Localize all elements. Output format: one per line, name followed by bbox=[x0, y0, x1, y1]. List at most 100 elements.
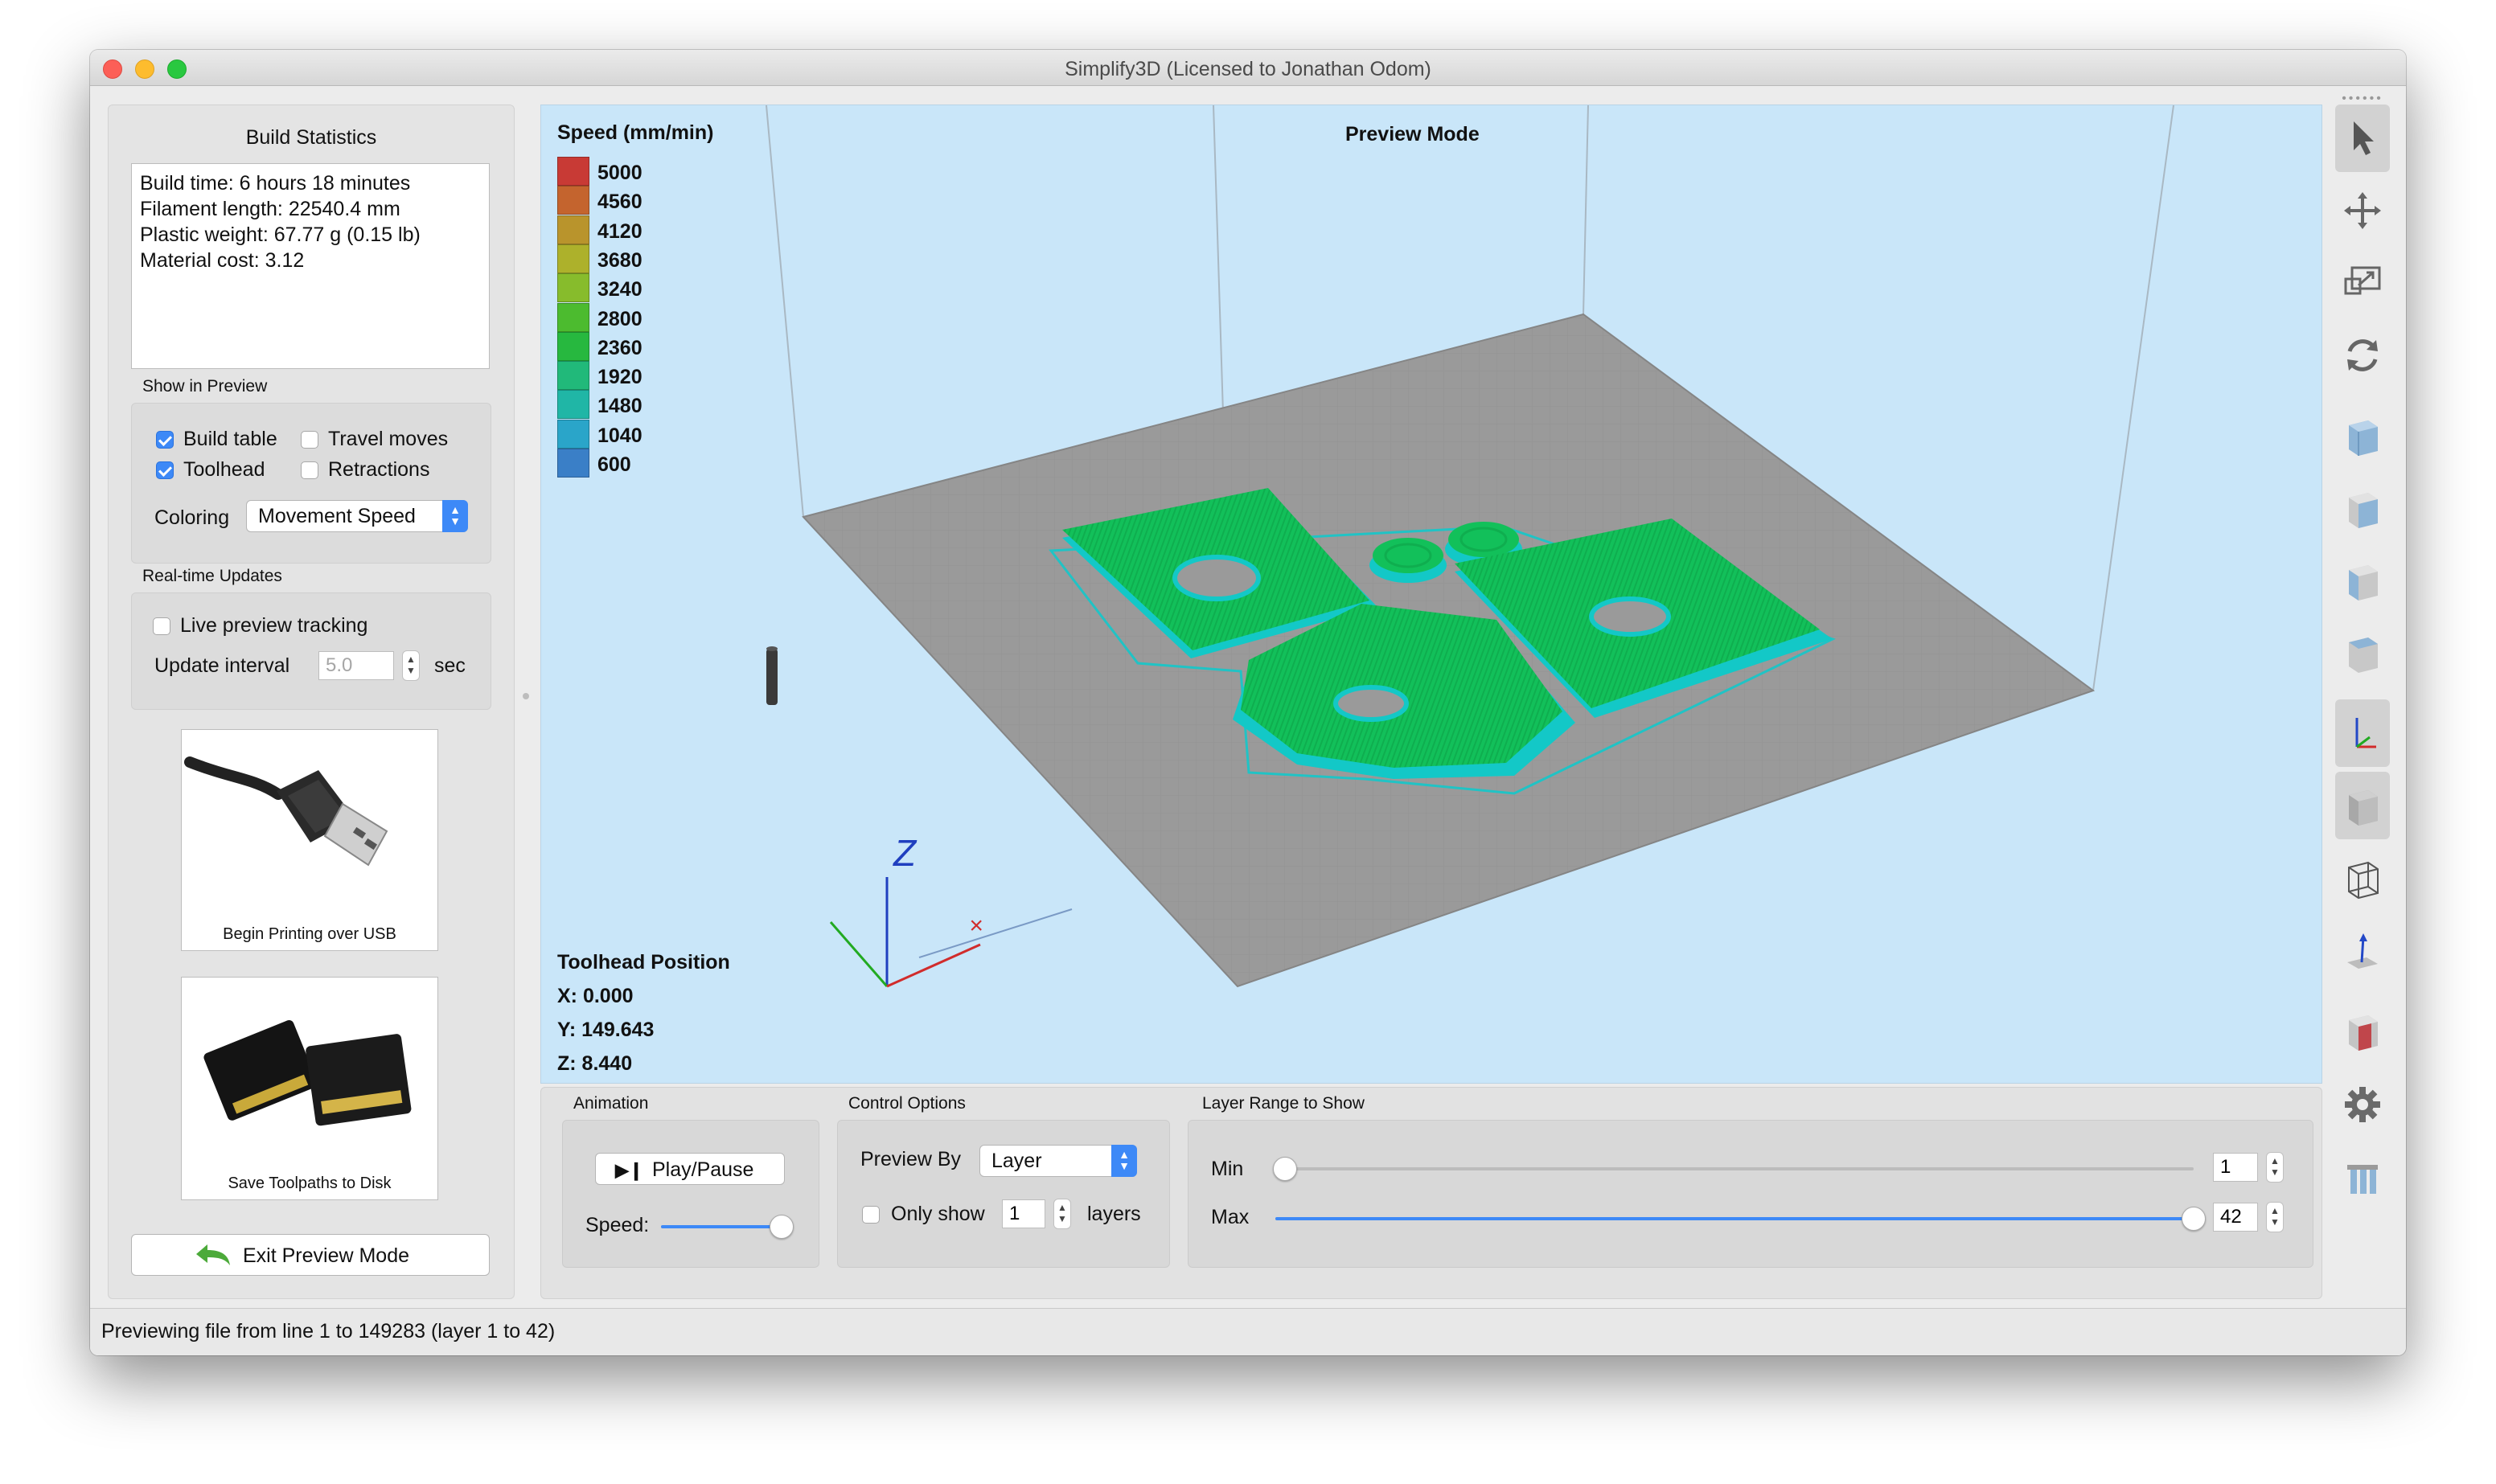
legend-value: 4560 bbox=[597, 191, 642, 214]
min-layer-stepper[interactable]: ▲ ▼ bbox=[2266, 1152, 2284, 1183]
top-view-icon[interactable] bbox=[2335, 619, 2390, 687]
app-window: Simplify3D (Licensed to Jonathan Odom) B… bbox=[90, 50, 2406, 1355]
legend-value: 2360 bbox=[597, 336, 642, 359]
toolhead-position-title: Toolhead Position bbox=[557, 951, 730, 974]
layer-range-title: Layer Range to Show bbox=[1202, 1094, 1365, 1113]
show-in-preview-group: Build table Travel moves Toolhead Retrac… bbox=[131, 403, 491, 564]
side-view-icon[interactable] bbox=[2335, 547, 2390, 614]
travel-moves-label: Travel moves bbox=[328, 428, 449, 450]
min-layer-input[interactable]: 1 bbox=[2213, 1153, 2258, 1182]
legend-value: 1040 bbox=[597, 424, 642, 447]
only-show-label: Only show bbox=[891, 1203, 985, 1225]
plastic-weight: Plastic weight: 67.77 g (0.15 lb) bbox=[140, 223, 421, 246]
max-layer-input[interactable]: 42 bbox=[2213, 1203, 2258, 1232]
right-toolbar: •••••• bbox=[2335, 92, 2390, 1306]
build-time: Build time: 6 hours 18 minutes bbox=[140, 172, 411, 195]
build-table-label: Build table bbox=[183, 428, 277, 450]
material-cost: Material cost: 3.12 bbox=[140, 249, 305, 272]
show-in-preview-label: Show in Preview bbox=[142, 377, 268, 396]
normals-icon[interactable] bbox=[2335, 916, 2390, 984]
realtime-updates-label: Real-time Updates bbox=[142, 567, 282, 585]
left-panel: Build Statistics Build time: 6 hours 18 … bbox=[108, 105, 515, 1299]
toolhead-label: Toolhead bbox=[183, 458, 265, 481]
update-interval-label: Update interval bbox=[154, 654, 290, 677]
preview-by-value: Layer bbox=[991, 1150, 1042, 1172]
min-slider-handle[interactable] bbox=[1273, 1157, 1297, 1181]
preview-mode-label: Preview Mode bbox=[1345, 123, 1480, 146]
toolhead-x: X: 0.000 bbox=[557, 985, 634, 1007]
svg-text:×: × bbox=[969, 912, 983, 939]
speed-slider-handle[interactable] bbox=[770, 1215, 794, 1239]
legend-swatch bbox=[557, 361, 589, 391]
panel-splitter[interactable] bbox=[523, 693, 529, 699]
travel-moves-checkbox[interactable] bbox=[301, 431, 318, 449]
update-interval-stepper[interactable]: ▲ ▼ bbox=[402, 650, 420, 681]
axes-icon[interactable] bbox=[2335, 699, 2390, 767]
max-slider-fill bbox=[1275, 1217, 2194, 1220]
only-show-stepper[interactable]: ▲ ▼ bbox=[1053, 1199, 1071, 1229]
exit-preview-button[interactable]: Exit Preview Mode bbox=[131, 1234, 490, 1276]
build-statistics-title: Build Statistics bbox=[245, 126, 377, 149]
live-preview-label: Live preview tracking bbox=[180, 614, 368, 637]
preview-by-select[interactable]: Layer ▲ ▼ bbox=[979, 1145, 1137, 1177]
legend-value: 3240 bbox=[597, 278, 642, 301]
settings-icon[interactable] bbox=[2335, 1071, 2390, 1138]
front-view-icon[interactable] bbox=[2335, 474, 2390, 542]
iso-view-icon[interactable] bbox=[2335, 402, 2390, 469]
legend-swatch bbox=[557, 157, 589, 186]
build-table-checkbox[interactable] bbox=[156, 431, 174, 449]
max-layer-stepper[interactable]: ▲ ▼ bbox=[2266, 1202, 2284, 1232]
status-bar: Previewing file from line 1 to 149283 (l… bbox=[90, 1308, 2406, 1355]
print-usb-card[interactable]: Begin Printing over USB bbox=[181, 729, 438, 951]
only-show-checkbox[interactable] bbox=[862, 1206, 880, 1224]
coloring-label: Coloring bbox=[154, 506, 230, 529]
coloring-select[interactable]: Movement Speed ▲ ▼ bbox=[246, 500, 468, 532]
max-label: Max bbox=[1211, 1206, 1250, 1228]
build-scene: Z × bbox=[766, 105, 2174, 988]
speed-slider-fill bbox=[661, 1225, 782, 1228]
legend-value: 600 bbox=[597, 453, 631, 476]
move-icon[interactable] bbox=[2335, 177, 2390, 244]
animation-title: Animation bbox=[573, 1094, 649, 1113]
update-interval-unit: sec bbox=[434, 654, 466, 677]
control-options-title: Control Options bbox=[848, 1094, 966, 1113]
toolbar-grip[interactable]: •••••• bbox=[2338, 92, 2387, 105]
bottom-controls: Animation ▶❙ Play/Pause Speed: Control O… bbox=[540, 1087, 2322, 1299]
speed-legend-title: Speed (mm/min) bbox=[557, 121, 714, 144]
legend-swatch bbox=[557, 419, 589, 449]
legend-value: 1920 bbox=[597, 366, 642, 389]
save-toolpaths-card[interactable]: Save Toolpaths to Disk bbox=[181, 977, 438, 1200]
z-axis-label: Z bbox=[893, 832, 918, 874]
control-options-group: Preview By Layer ▲ ▼ Only show 1 ▲ ▼ layer… bbox=[837, 1120, 1170, 1268]
scale-icon[interactable] bbox=[2335, 249, 2390, 317]
play-pause-icon: ▶❙ bbox=[615, 1160, 644, 1180]
legend-swatch bbox=[557, 273, 589, 303]
legend-swatch bbox=[557, 331, 589, 361]
status-text: Previewing file from line 1 to 149283 (l… bbox=[101, 1320, 556, 1343]
3d-viewport[interactable]: Z × Speed (mm/min) 5000 4560 4120 3680 3240 2… bbox=[540, 105, 2322, 1084]
rotate-icon[interactable] bbox=[2335, 322, 2390, 389]
wireframe-view-icon[interactable] bbox=[2335, 844, 2390, 912]
retractions-checkbox[interactable] bbox=[301, 461, 318, 479]
back-arrow-icon bbox=[196, 1244, 230, 1265]
play-pause-button[interactable]: ▶❙ Play/Pause bbox=[595, 1153, 785, 1185]
live-preview-checkbox[interactable] bbox=[153, 617, 170, 635]
max-slider-handle[interactable] bbox=[2182, 1207, 2206, 1231]
legend-value: 1480 bbox=[597, 395, 642, 418]
solid-view-icon[interactable] bbox=[2335, 772, 2390, 839]
layer-range-group: Min 1 ▲ ▼ Max 42 ▲ ▼ bbox=[1188, 1120, 2313, 1268]
only-show-input[interactable]: 1 bbox=[1002, 1199, 1045, 1228]
legend-swatch bbox=[557, 186, 589, 215]
realtime-updates-group: Live preview tracking Update interval 5.… bbox=[131, 592, 491, 710]
select-arrow-icon[interactable] bbox=[2335, 105, 2390, 172]
toolhead-checkbox[interactable] bbox=[156, 461, 174, 479]
min-label: Min bbox=[1211, 1158, 1244, 1180]
legend-swatch bbox=[557, 449, 589, 478]
toolhead-z: Z: 8.440 bbox=[557, 1052, 633, 1075]
legend-value: 4120 bbox=[597, 219, 642, 243]
toolhead-y: Y: 149.643 bbox=[557, 1019, 655, 1041]
chevron-updown-icon: ▲ ▼ bbox=[442, 500, 468, 532]
supports-icon[interactable] bbox=[2335, 1143, 2390, 1211]
update-interval-input[interactable]: 5.0 bbox=[318, 651, 394, 680]
cross-section-icon[interactable] bbox=[2335, 997, 2390, 1064]
